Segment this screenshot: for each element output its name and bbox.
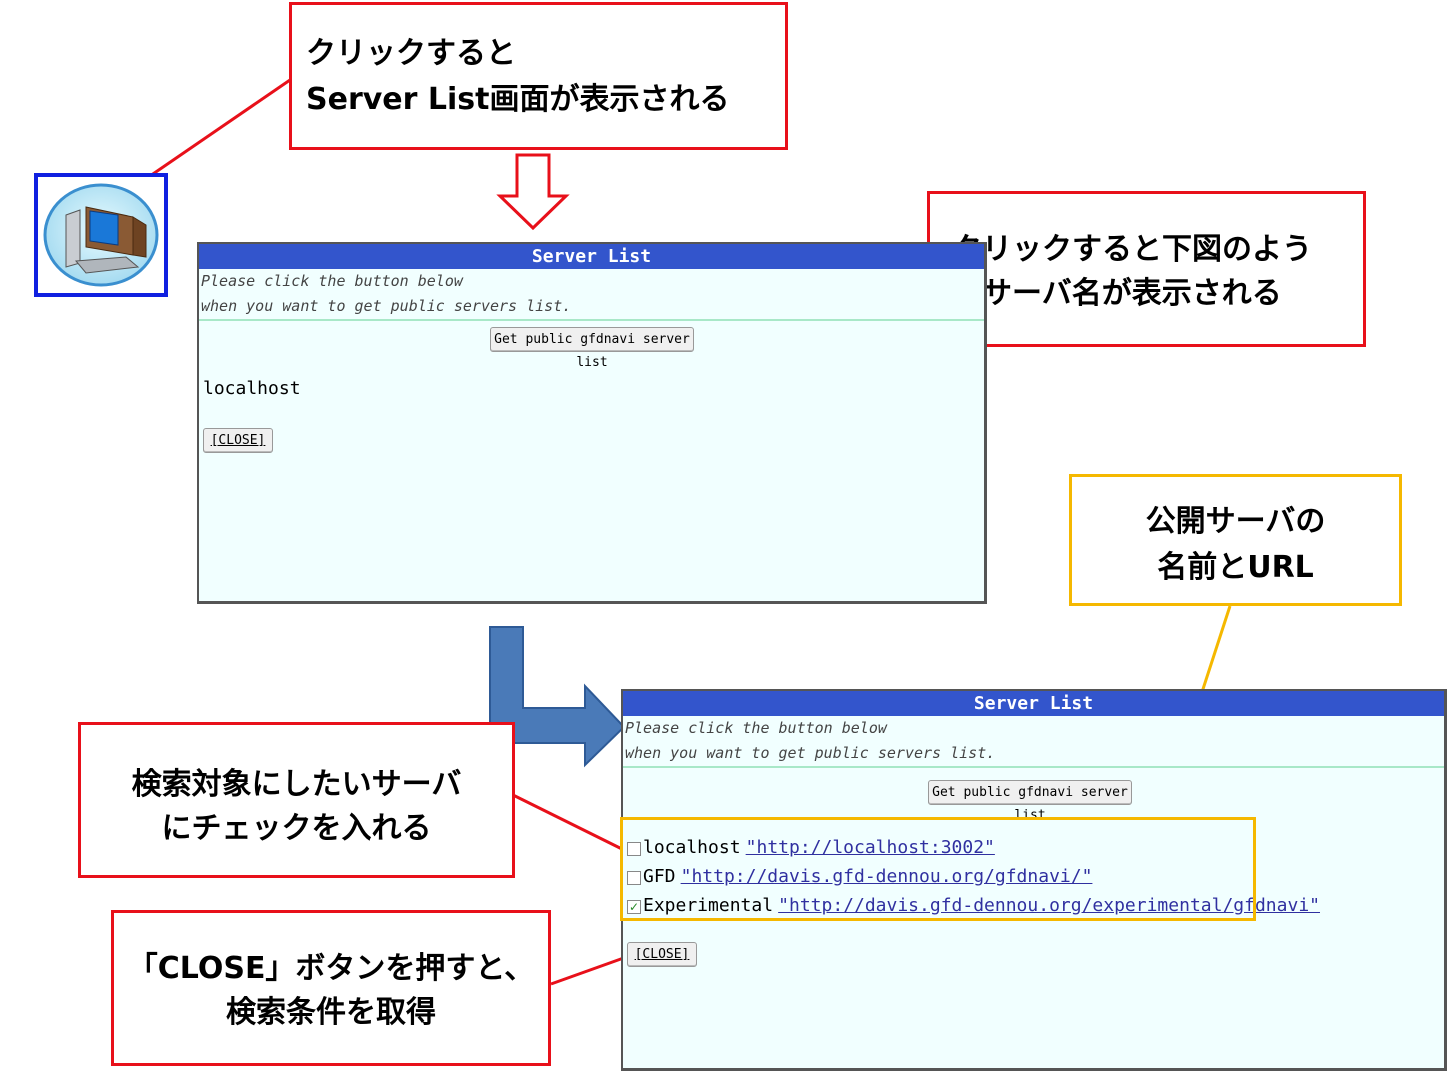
get-server-list-button[interactable]: Get public gfdnavi server list	[490, 327, 694, 370]
callout-text: にサーバ名が表示される	[952, 276, 1282, 311]
down-arrow-icon	[496, 153, 570, 231]
callout-public-servers: 公開サーバの 名前とURL	[1069, 474, 1402, 606]
callout-text: クリックすると	[306, 36, 516, 71]
window-title: Server List	[623, 691, 1444, 716]
server-computer-icon	[43, 183, 159, 287]
callout-check-server: 検索対象にしたいサーバ にチェックを入れる	[78, 722, 515, 878]
server-list-window-before: Server List Please click the button belo…	[197, 242, 987, 604]
server-list-icon-button[interactable]	[34, 173, 168, 297]
callout-text: 公開サーバの	[1145, 504, 1326, 539]
instruction-line-1: Please click the button below	[201, 272, 463, 290]
instruction-line-1: Please click the button below	[625, 719, 887, 737]
server-list-highlight	[620, 817, 1256, 921]
instruction-line-2: when you want to get public servers list…	[625, 744, 996, 762]
callout-click-server-list: クリックすると Server List画面が表示される	[289, 2, 788, 150]
close-button[interactable]: [CLOSE]	[203, 428, 273, 453]
divider	[623, 766, 1444, 768]
divider	[199, 319, 984, 321]
callout-click-get-list: クリックすると下図のよう にサーバ名が表示される	[927, 191, 1366, 347]
callout-text: 検索条件を取得	[226, 995, 436, 1030]
callout-text: 検索対象にしたいサーバ	[131, 767, 462, 802]
get-server-list-button[interactable]: Get public gfdnavi server list	[928, 780, 1132, 823]
callout-text: クリックすると下図のよう	[952, 232, 1312, 267]
callout-text: 名前とURL	[1157, 550, 1314, 585]
server-name: localhost	[203, 378, 301, 399]
window-title: Server List	[199, 244, 984, 269]
callout-text: 「CLOSE」ボタンを押すと、	[127, 951, 535, 986]
callout-close-button: 「CLOSE」ボタンを押すと、 検索条件を取得	[111, 910, 551, 1066]
callout-text: Server List画面が表示される	[306, 82, 730, 117]
callout-text: にチェックを入れる	[161, 811, 432, 846]
close-button[interactable]: [CLOSE]	[627, 942, 697, 967]
instruction-line-2: when you want to get public servers list…	[201, 297, 572, 315]
